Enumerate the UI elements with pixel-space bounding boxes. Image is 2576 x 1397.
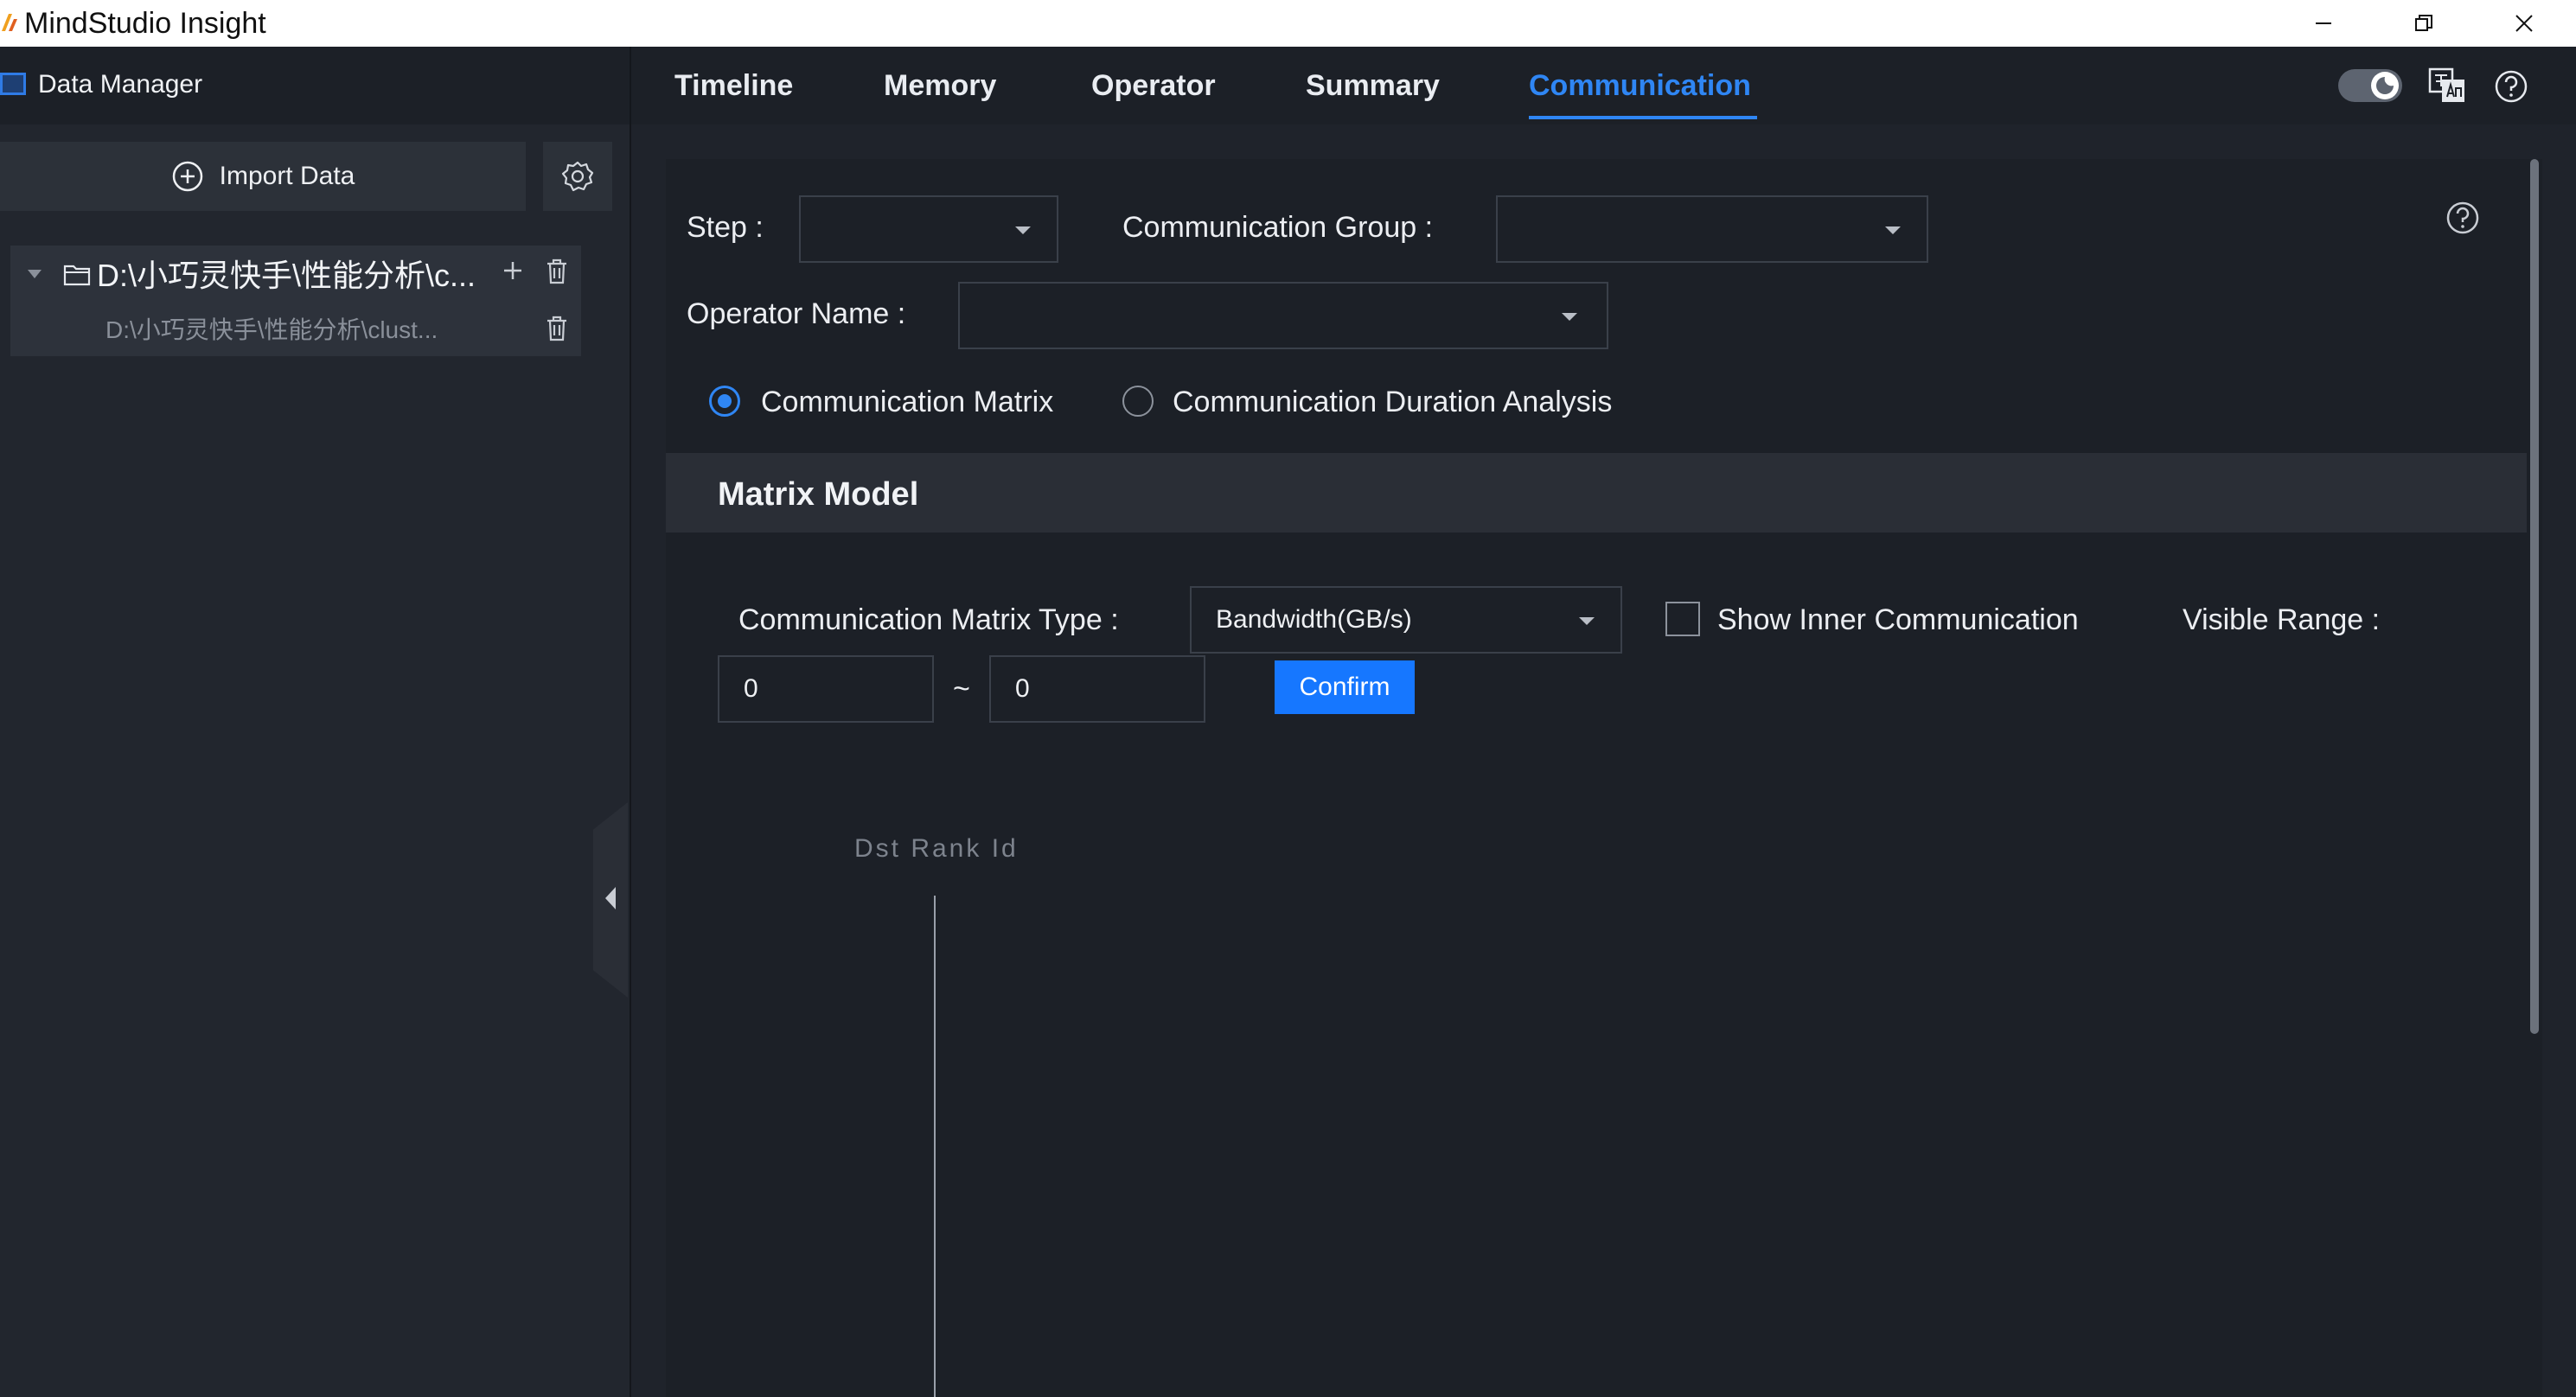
app-logo [0, 10, 19, 33]
chevron-down-icon [1885, 226, 1901, 234]
range-min-input[interactable]: 0 [718, 655, 934, 723]
communication-group-select[interactable] [1496, 195, 1928, 263]
operator-name-select[interactable] [958, 282, 1608, 349]
chevron-down-icon [1015, 226, 1031, 234]
settings-button[interactable] [543, 142, 612, 211]
communication-matrix-label[interactable]: Communication Matrix [761, 382, 1053, 422]
data-manager-title: Data Manager [38, 70, 203, 99]
collapse-icon[interactable] [604, 885, 617, 915]
matrix-type-label: Communication Matrix Type : [738, 603, 1119, 636]
range-max-input[interactable]: 0 [989, 655, 1205, 723]
communication-group-label: Communication Group : [1122, 211, 1434, 244]
tab-timeline[interactable]: Timeline [674, 66, 793, 105]
step-label: Step : [687, 211, 764, 244]
minimize-button[interactable] [2276, 0, 2371, 47]
confirm-button[interactable]: Confirm [1275, 660, 1415, 714]
theme-toggle-icon[interactable] [2371, 72, 2399, 99]
minimize-icon [2316, 22, 2331, 24]
language-icon[interactable] [2428, 67, 2466, 108]
close-icon [2515, 15, 2533, 32]
gear-icon [561, 161, 594, 192]
scrollbar-thumb[interactable] [2530, 159, 2539, 1034]
tab-memory[interactable]: Memory [884, 66, 996, 105]
communication-duration-label[interactable]: Communication Duration Analysis [1173, 382, 1612, 422]
tab-operator[interactable]: Operator [1091, 66, 1216, 105]
matrix-model-header [666, 453, 2527, 533]
visible-range-label: Visible Range : [2183, 603, 2381, 636]
import-data-label: Import Data [219, 162, 355, 190]
matrix-type-select[interactable]: Bandwidth(GB/s) [1190, 586, 1622, 654]
matrix-type-value: Bandwidth(GB/s) [1216, 605, 1412, 634]
dst-rank-axis-label: Dst Rank Id [854, 834, 1019, 863]
folder-icon-glyph [62, 259, 92, 293]
plus-icon[interactable] [502, 259, 524, 286]
trash-icon[interactable] [545, 315, 569, 347]
operator-name-label: Operator Name : [687, 297, 906, 330]
range-separator: ~ [953, 673, 970, 705]
matrix-axis-line [934, 896, 936, 1397]
chevron-down-icon [1562, 313, 1577, 321]
app-title: MindStudio Insight [24, 7, 266, 40]
tree-root-label[interactable]: D:\小巧灵快手\性能分析\c... [97, 255, 476, 297]
matrix-model-title: Matrix Model [718, 476, 919, 513]
restore-icon [2415, 15, 2432, 31]
show-inner-communication-label[interactable]: Show Inner Communication [1717, 600, 2079, 640]
restore-button[interactable] [2376, 0, 2471, 47]
show-inner-communication-checkbox[interactable] [1665, 602, 1700, 636]
import-data-button[interactable]: Import Data [0, 142, 526, 211]
help-icon[interactable] [2494, 69, 2528, 108]
trash-icon[interactable] [545, 258, 569, 290]
communication-matrix-radio[interactable] [709, 386, 740, 417]
add-circle-icon [172, 161, 202, 192]
title-bar [0, 0, 2576, 47]
chevron-down-icon [1579, 617, 1595, 625]
tab-summary[interactable]: Summary [1306, 66, 1440, 105]
chevron-down-icon[interactable] [26, 268, 43, 284]
active-tab-indicator [1529, 116, 1757, 119]
data-manager-icon [0, 73, 26, 95]
step-select[interactable] [799, 195, 1058, 263]
help-icon[interactable] [2445, 201, 2480, 239]
communication-duration-radio[interactable] [1122, 386, 1154, 417]
tab-communication[interactable]: Communication [1529, 66, 1751, 105]
close-button[interactable] [2477, 0, 2572, 47]
tree-child-label[interactable]: D:\小巧灵快手\性能分析\clust... [105, 313, 438, 348]
